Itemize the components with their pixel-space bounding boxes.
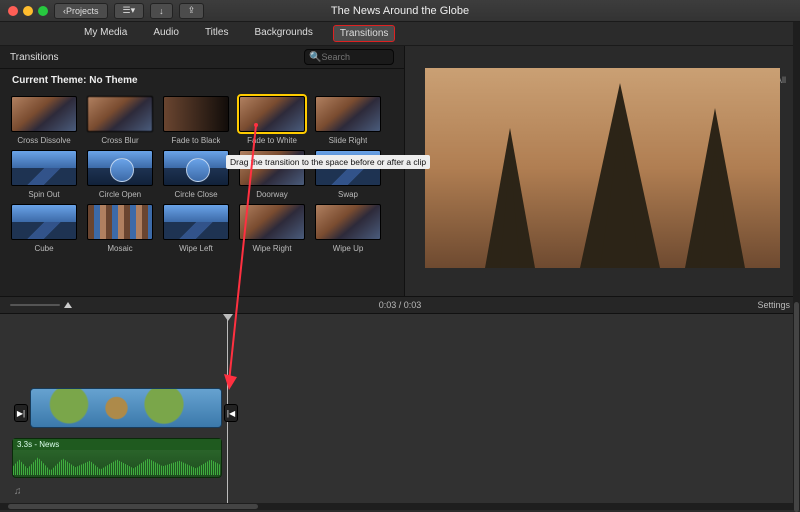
transition-thumb-label: Fade to Black bbox=[172, 136, 221, 146]
transition-thumb-image bbox=[11, 204, 77, 240]
transition-thumb[interactable]: Cube bbox=[10, 204, 78, 254]
transition-thumb-label: Cube bbox=[34, 244, 53, 254]
transition-thumb-image bbox=[239, 96, 305, 132]
video-clip[interactable] bbox=[30, 388, 222, 428]
transition-thumb[interactable]: Spin Out bbox=[10, 150, 78, 200]
transition-thumb[interactable]: Cross Blur bbox=[86, 96, 154, 146]
close-window-button[interactable] bbox=[8, 6, 18, 16]
zoom-window-button[interactable] bbox=[38, 6, 48, 16]
vertical-scrollbar[interactable] bbox=[793, 22, 800, 503]
tab-backgrounds[interactable]: Backgrounds bbox=[248, 25, 318, 42]
transition-thumb-image bbox=[87, 150, 153, 186]
library-list-button[interactable]: ☰▾ bbox=[114, 3, 145, 19]
transition-thumb-label: Wipe Right bbox=[252, 244, 291, 254]
tab-my-media[interactable]: My Media bbox=[78, 25, 133, 42]
preview-pane: ✧ ◐ ⊕ ▭ ▣ 🔊 ⫿ ⏱ ⧗ ⓘ Reset All bbox=[405, 46, 800, 296]
transition-thumb[interactable]: Wipe Up bbox=[314, 204, 382, 254]
window-controls bbox=[8, 6, 48, 16]
drag-tooltip: Drag the transition to the space before … bbox=[226, 155, 430, 169]
theme-line: Current Theme: No Theme bbox=[0, 69, 404, 92]
transition-thumb-label: Circle Close bbox=[174, 190, 217, 200]
share-button[interactable]: ⇪ bbox=[179, 3, 205, 19]
preview-frame-image bbox=[425, 68, 780, 268]
transition-thumb-label: Circle Open bbox=[99, 190, 141, 200]
search-input[interactable] bbox=[321, 52, 381, 62]
import-button[interactable]: ↓ bbox=[150, 3, 173, 19]
transition-thumb-label: Wipe Up bbox=[333, 244, 364, 254]
transition-thumb[interactable]: Fade to White bbox=[238, 96, 306, 146]
timeline-info-bar: 0:03 / 0:03 Settings bbox=[0, 296, 800, 314]
transition-thumb-image bbox=[239, 204, 305, 240]
tab-titles[interactable]: Titles bbox=[199, 25, 235, 42]
tab-audio[interactable]: Audio bbox=[147, 25, 185, 42]
transition-thumb[interactable]: Slide Right bbox=[314, 96, 382, 146]
projects-back-button[interactable]: ‹ Projects bbox=[54, 3, 108, 19]
audio-waveform bbox=[13, 453, 221, 475]
transition-thumb-label: Mosaic bbox=[107, 244, 132, 254]
transition-marker-end[interactable]: |◀ bbox=[224, 404, 238, 422]
timeline-settings-button[interactable]: Settings bbox=[757, 300, 790, 310]
audio-clip-label: 3.3s - News bbox=[13, 439, 221, 450]
transition-thumb-label: Wipe Left bbox=[179, 244, 213, 254]
media-tabs: My Media Audio Titles Backgrounds Transi… bbox=[0, 22, 800, 46]
transition-thumb-label: Slide Right bbox=[329, 136, 368, 146]
transition-thumb-image bbox=[163, 204, 229, 240]
transition-thumb[interactable]: Mosaic bbox=[86, 204, 154, 254]
search-field-wrap[interactable]: 🔍 bbox=[304, 49, 394, 65]
transition-thumb[interactable]: Cross Dissolve bbox=[10, 96, 78, 146]
transition-thumb-image bbox=[87, 96, 153, 132]
search-icon: 🔍 bbox=[309, 52, 321, 63]
transition-thumb-image bbox=[87, 204, 153, 240]
playhead-time: 0:03 / 0:03 bbox=[379, 300, 422, 310]
transitions-grid: Cross Dissolve Cross Blur Fade to Black Fad… bbox=[0, 92, 404, 258]
tab-transitions[interactable]: Transitions bbox=[333, 25, 396, 42]
transitions-browser: Transitions 🔍 Current Theme: No Theme Cr… bbox=[0, 46, 405, 296]
transition-thumb-label: Doorway bbox=[256, 190, 288, 200]
transition-thumb-label: Cross Dissolve bbox=[17, 136, 70, 146]
zoom-knob-icon[interactable] bbox=[64, 302, 72, 308]
browser-heading: Transitions bbox=[10, 52, 59, 63]
transition-marker-start[interactable]: ▶| bbox=[14, 404, 28, 422]
transition-thumb[interactable]: Wipe Left bbox=[162, 204, 230, 254]
titlebar: ‹ Projects ☰▾ ↓ The News Around the Glob… bbox=[0, 0, 800, 22]
minimize-window-button[interactable] bbox=[23, 6, 33, 16]
transition-thumb-label: Spin Out bbox=[28, 190, 59, 200]
transition-thumb-image bbox=[163, 96, 229, 132]
transition-thumb-image bbox=[11, 150, 77, 186]
preview-canvas[interactable] bbox=[425, 68, 780, 268]
transition-thumb-image bbox=[11, 96, 77, 132]
transition-thumb[interactable]: Circle Open bbox=[86, 150, 154, 200]
music-track-icon: ♫ bbox=[14, 486, 22, 497]
transition-thumb-label: Swap bbox=[338, 190, 358, 200]
transition-thumb[interactable]: Wipe Right bbox=[238, 204, 306, 254]
transition-thumb-image bbox=[315, 204, 381, 240]
timeline[interactable]: ▶| |◀ 3.3s - News ♫ bbox=[0, 314, 800, 508]
projects-label: Projects bbox=[66, 6, 99, 16]
transition-thumb[interactable]: Circle Close bbox=[162, 150, 230, 200]
audio-clip[interactable]: 3.3s - News bbox=[12, 438, 222, 478]
transition-thumb-label: Cross Blur bbox=[101, 136, 138, 146]
zoom-slider[interactable] bbox=[10, 302, 72, 308]
transition-thumb[interactable]: Fade to Black bbox=[162, 96, 230, 146]
transition-thumb-image bbox=[163, 150, 229, 186]
transition-thumb-image bbox=[315, 96, 381, 132]
transition-thumb-label: Fade to White bbox=[247, 136, 297, 146]
horizontal-scrollbar[interactable] bbox=[0, 503, 800, 510]
